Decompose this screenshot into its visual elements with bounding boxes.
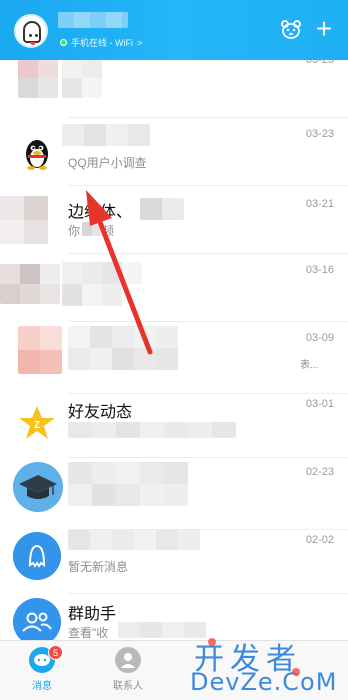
qq-penguin-avatar: [13, 128, 61, 176]
avatar-pixelated: [0, 196, 48, 244]
tab-contacts[interactable]: 联系人: [98, 645, 158, 699]
chat-preview-trail: 表...: [300, 360, 319, 371]
chat-row[interactable]: 边缘体、 你 频 03-21: [0, 186, 348, 254]
chat-time: 03-23: [305, 128, 334, 140]
top-header: 手机在线 - WiFi > +: [0, 0, 348, 60]
add-button[interactable]: +: [313, 15, 335, 43]
tab-messages[interactable]: 5 消息: [12, 645, 72, 699]
chat-preview-end: 频: [102, 224, 115, 238]
chat-row[interactable]: 03-23: [0, 60, 348, 118]
ghost-icon: [23, 21, 41, 45]
ghost-outline-avatar: [13, 532, 61, 580]
chat-time: 03-16: [305, 264, 334, 276]
name-pixelated: [68, 326, 178, 370]
watermark-dot: [292, 668, 300, 676]
chat-row[interactable]: 03-09 表...: [0, 322, 348, 394]
online-status-text: 手机在线 - WiFi: [71, 38, 133, 48]
chat-time: 02-23: [305, 466, 334, 478]
chat-row[interactable]: QQ用户小调查 03-23: [0, 118, 348, 186]
chat-name: 边缘体、: [68, 204, 133, 221]
online-status[interactable]: 手机在线 - WiFi >: [60, 36, 142, 49]
chat-preview: 你: [68, 224, 81, 238]
name-pixelated: [68, 462, 188, 506]
preview-pixelated: [82, 222, 102, 236]
preview-pixelated: [68, 422, 236, 438]
chat-preview: QQ用户小调查: [68, 156, 147, 170]
chat-row[interactable]: Z 好友动态 03-01: [0, 390, 348, 458]
graduation-cap-avatar: [13, 462, 63, 512]
chat-row[interactable]: 02-23: [0, 458, 348, 530]
unread-badge: 5: [48, 645, 63, 660]
tab-contacts-label: 联系人: [113, 681, 143, 692]
avatar-pixelated: [18, 326, 62, 374]
chat-row[interactable]: 03-16: [0, 254, 348, 322]
name-pixelated: [62, 262, 142, 306]
chat-name: 好友动态: [68, 404, 133, 421]
chat-time: 03-09: [305, 332, 334, 344]
chat-time: 03-23: [305, 60, 334, 66]
nickname-pixelated: [58, 12, 128, 28]
watermark: 开发者 DevZe.CoM: [186, 634, 346, 698]
chat-preview: 查看"收: [68, 626, 109, 640]
watermark-dot: [208, 638, 216, 646]
chat-time: 02-02: [305, 534, 334, 546]
avatar-pixelated: [0, 264, 60, 304]
bear-icon[interactable]: [281, 20, 301, 40]
name-pixelated: [62, 60, 102, 98]
online-dot-icon: [60, 39, 67, 46]
svg-text:Z: Z: [34, 420, 40, 431]
friend-feed-star-avatar: Z: [13, 400, 61, 448]
name-pixelated: [140, 198, 184, 220]
name-pixelated: [68, 530, 200, 550]
chat-row[interactable]: 暂无新消息 02-02: [0, 526, 348, 594]
watermark-line2: DevZe.CoM: [190, 668, 338, 696]
name-pixelated: [62, 124, 150, 146]
tab-messages-label: 消息: [32, 681, 52, 692]
chat-time: 03-21: [305, 198, 334, 210]
person-icon: [115, 647, 141, 673]
chat-list: 03-23 QQ用户小调查 03-23 边缘体、 你 频 03-21 03-16…: [0, 60, 348, 640]
my-avatar[interactable]: [14, 14, 48, 48]
chat-time: 03-01: [305, 398, 334, 410]
chat-name: 群助手: [68, 606, 117, 623]
group-helper-avatar: [13, 598, 61, 640]
avatar-pixelated: [18, 60, 58, 98]
chat-preview: 暂无新消息: [68, 560, 129, 574]
chevron-right-icon: >: [137, 37, 143, 48]
